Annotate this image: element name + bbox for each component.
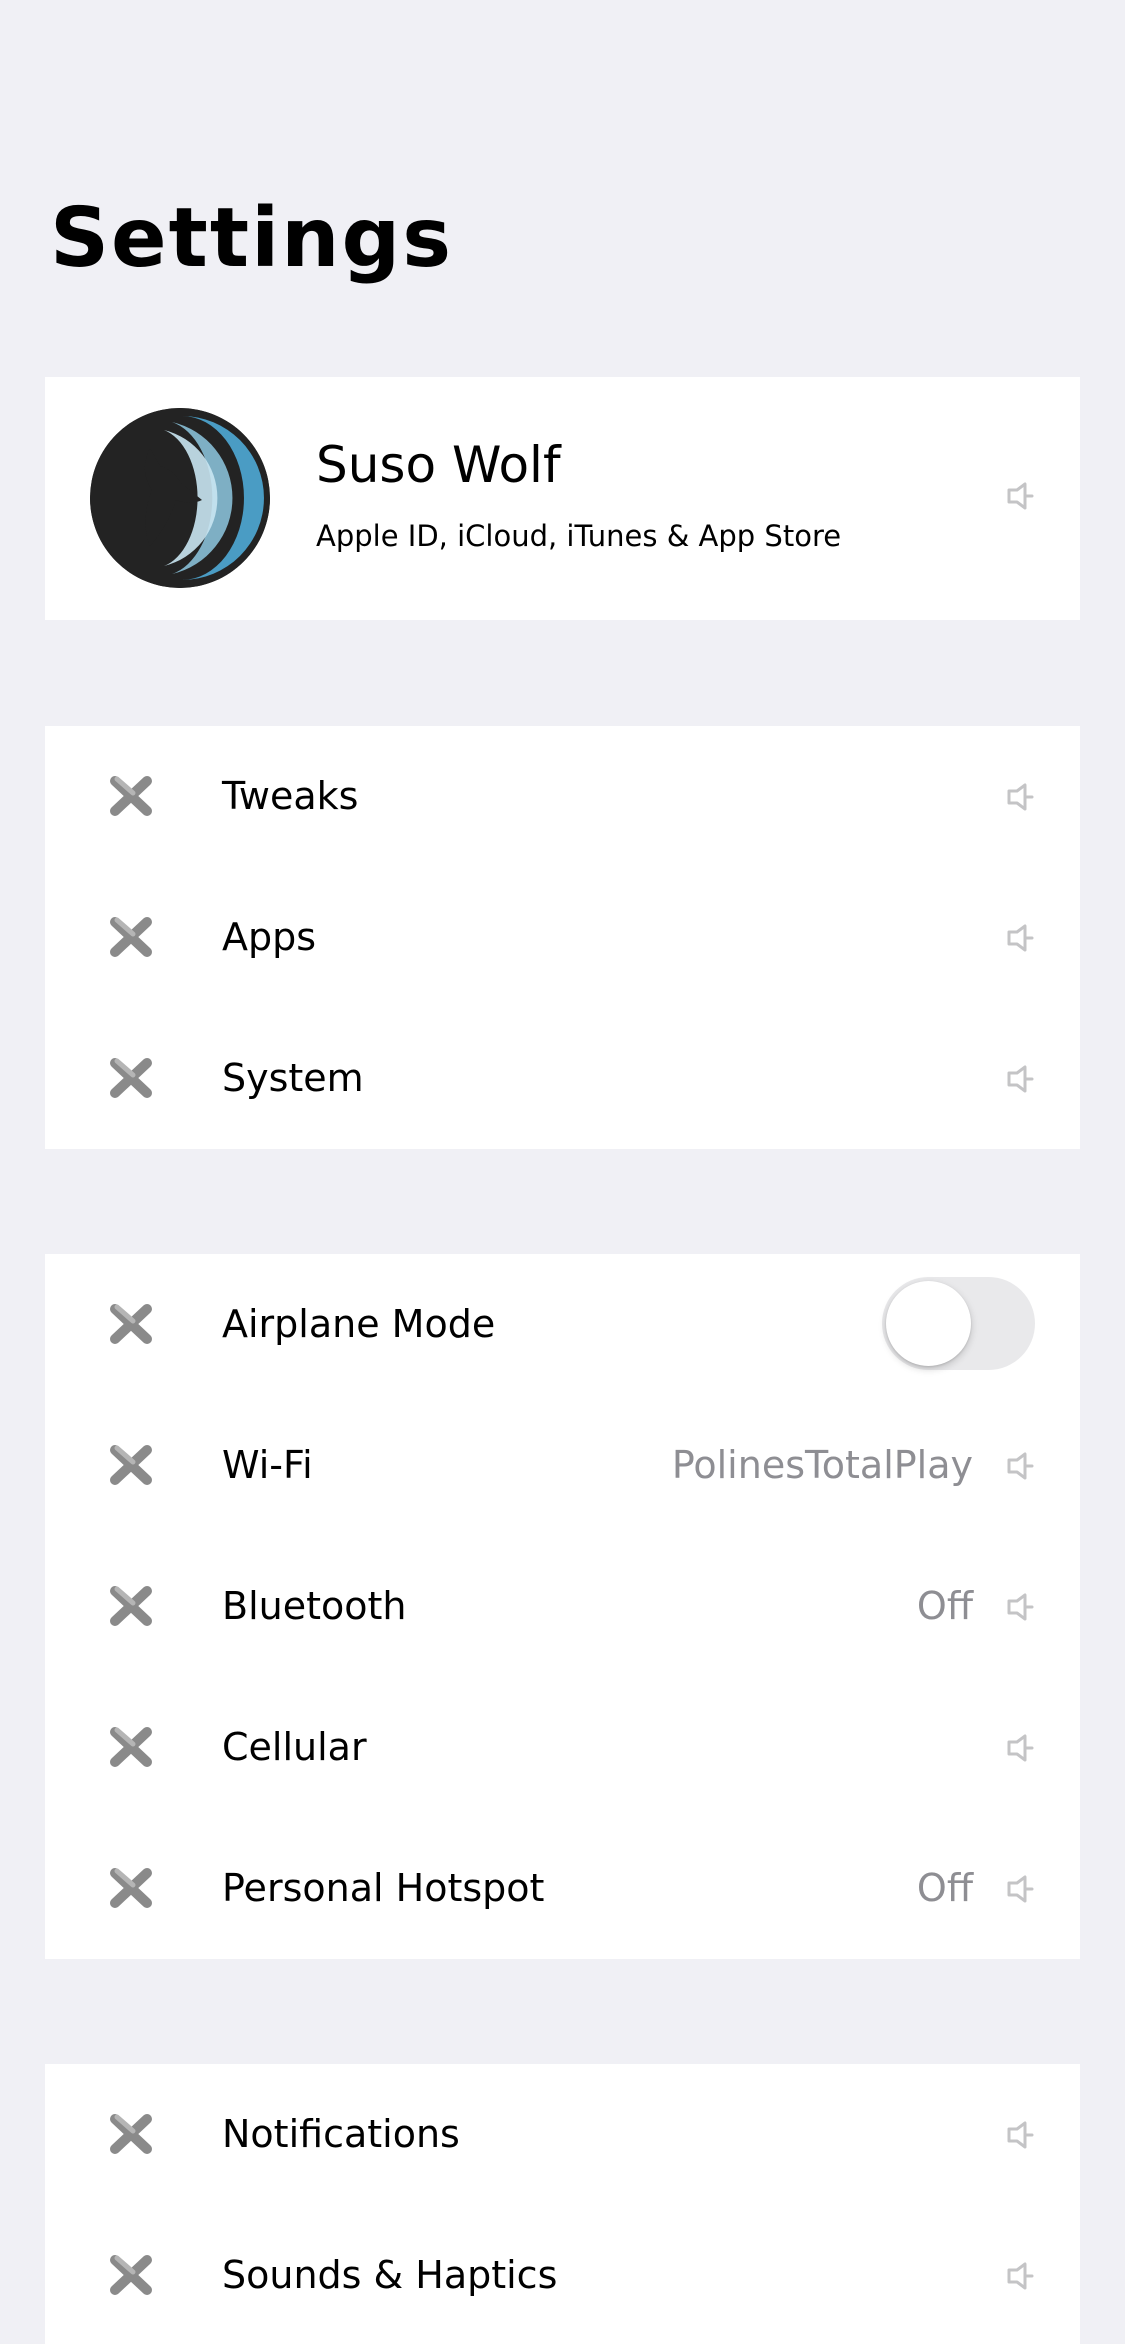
- placeholder-x-icon: [110, 2255, 152, 2295]
- chevron-right-icon: [1007, 1452, 1034, 1480]
- chevron-right-icon: [1007, 1065, 1034, 1093]
- settings-row-wifi[interactable]: Wi-Fi PolinesTotalPlay: [45, 1395, 1080, 1536]
- row-value: Off: [916, 1866, 973, 1910]
- profile-subtitle: Apple ID, iCloud, iTunes & App Store: [316, 519, 842, 553]
- settings-row-airplane-mode: Airplane Mode: [45, 1254, 1080, 1395]
- row-value: Off: [916, 1584, 973, 1628]
- settings-row-bluetooth[interactable]: Bluetooth Off: [45, 1536, 1080, 1677]
- chevron-right-icon: [1007, 2121, 1034, 2149]
- toggle-knob: [886, 1281, 971, 1366]
- placeholder-x-icon: [110, 2114, 152, 2154]
- fox-avatar-icon: [90, 408, 270, 588]
- row-label: Airplane Mode: [222, 1302, 496, 1346]
- settings-row-notifications[interactable]: Notifications: [45, 2064, 1080, 2205]
- chevron-right-icon: [1007, 783, 1034, 811]
- settings-screen: Settings Suso Wolf Apple ID, iCloud, iTu…: [0, 0, 1125, 2344]
- placeholder-x-icon: [110, 1727, 152, 1767]
- row-label: Notifications: [222, 2112, 460, 2156]
- placeholder-x-icon: [110, 1586, 152, 1626]
- placeholder-x-icon: [110, 1304, 152, 1344]
- settings-group-connectivity: Airplane Mode Wi-Fi PolinesTotalPlay Blu…: [45, 1254, 1080, 1959]
- profile-name: Suso Wolf: [316, 436, 561, 494]
- settings-group-general: Tweaks Apps System: [45, 726, 1080, 1149]
- settings-row-apps[interactable]: Apps: [45, 867, 1080, 1008]
- row-label: Bluetooth: [222, 1584, 407, 1628]
- placeholder-x-icon: [110, 776, 152, 816]
- placeholder-x-icon: [110, 917, 152, 957]
- placeholder-x-icon: [110, 1445, 152, 1485]
- settings-row-sounds-haptics[interactable]: Sounds & Haptics: [45, 2205, 1080, 2344]
- row-value: PolinesTotalPlay: [671, 1443, 973, 1487]
- chevron-right-icon: [1007, 1734, 1034, 1762]
- row-label: Wi-Fi: [222, 1443, 313, 1487]
- row-label: System: [222, 1056, 364, 1100]
- placeholder-x-icon: [110, 1868, 152, 1908]
- chevron-right-icon: [1007, 1875, 1034, 1903]
- profile-row[interactable]: Suso Wolf Apple ID, iCloud, iTunes & App…: [45, 377, 1080, 620]
- chevron-right-icon: [1007, 924, 1034, 952]
- row-label: Sounds & Haptics: [222, 2253, 558, 2297]
- row-label: Apps: [222, 915, 317, 959]
- settings-row-tweaks[interactable]: Tweaks: [45, 726, 1080, 867]
- row-label: Cellular: [222, 1725, 367, 1769]
- row-label: Personal Hotspot: [222, 1866, 545, 1910]
- chevron-right-icon: [1007, 482, 1034, 510]
- chevron-right-icon: [1007, 2262, 1034, 2290]
- settings-row-cellular[interactable]: Cellular: [45, 1677, 1080, 1818]
- settings-group-notifications: Notifications Sounds & Haptics: [45, 2064, 1080, 2344]
- chevron-right-icon: [1007, 1593, 1034, 1621]
- airplane-mode-toggle[interactable]: [882, 1277, 1035, 1370]
- settings-row-personal-hotspot[interactable]: Personal Hotspot Off: [45, 1818, 1080, 1959]
- row-label: Tweaks: [222, 774, 359, 818]
- placeholder-x-icon: [110, 1058, 152, 1098]
- settings-row-system[interactable]: System: [45, 1008, 1080, 1149]
- page-title: Settings: [50, 191, 454, 286]
